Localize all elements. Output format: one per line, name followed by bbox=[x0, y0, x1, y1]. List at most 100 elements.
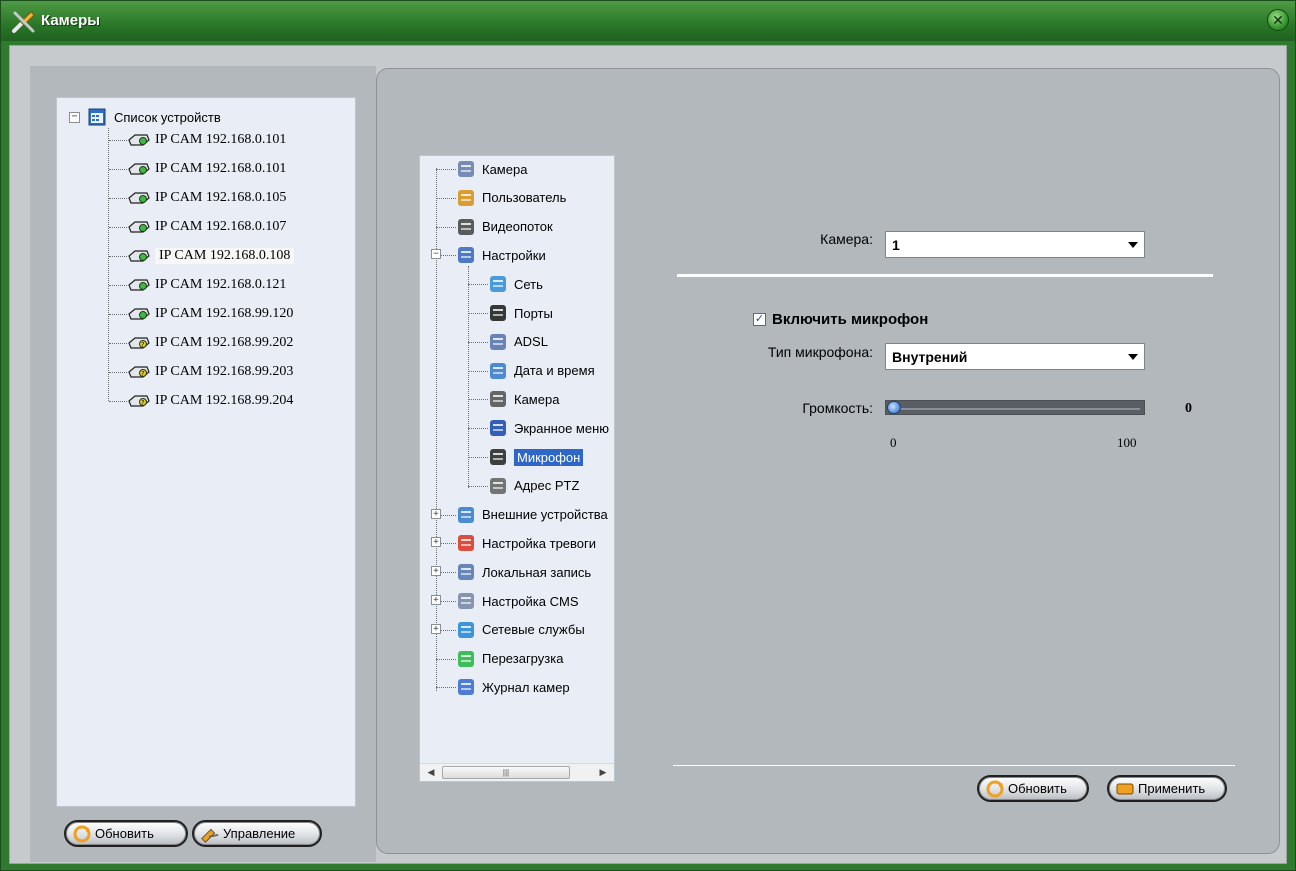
title-bar[interactable]: Камеры ✕ bbox=[1, 1, 1295, 41]
document-icon bbox=[458, 161, 474, 177]
refresh-devices-button[interactable]: Обновить bbox=[64, 820, 188, 847]
settings-item-label: Локальная запись bbox=[482, 564, 592, 580]
tree-line bbox=[436, 658, 456, 660]
tree-line bbox=[468, 428, 488, 430]
settings-item[interactable]: Внешние устройства bbox=[456, 503, 608, 527]
collapse-icon[interactable]: − bbox=[431, 249, 441, 260]
expand-icon[interactable]: + bbox=[431, 595, 441, 605]
settings-item[interactable]: Сетевые службы bbox=[456, 618, 585, 642]
tools-icon bbox=[458, 247, 474, 264]
settings-item-label: Дата и время bbox=[514, 363, 595, 379]
volume-slider-thumb[interactable] bbox=[887, 401, 901, 414]
svg-text:?: ? bbox=[141, 342, 144, 349]
device-item[interactable]: IP CAM 192.168.0.105 bbox=[127, 187, 286, 209]
device-item-label: IP CAM 192.168.99.203 bbox=[155, 364, 294, 379]
device-tree-root-label: Список устройств bbox=[114, 109, 221, 125]
svg-text:?: ? bbox=[141, 400, 144, 407]
settings-item[interactable]: Видеопоток bbox=[456, 215, 553, 239]
settings-item[interactable]: Порты bbox=[488, 301, 553, 325]
svg-text:?: ? bbox=[141, 371, 144, 378]
scroll-thumb[interactable]: ||| bbox=[442, 766, 570, 779]
osd-icon bbox=[490, 420, 506, 437]
refresh-icon bbox=[986, 780, 1004, 797]
camera-online-icon bbox=[128, 163, 150, 175]
settings-item[interactable]: Настройка тревоги bbox=[456, 531, 596, 555]
camera-unknown-icon: ? bbox=[128, 395, 150, 407]
slider-min-label: 0 bbox=[890, 435, 897, 450]
tree-line bbox=[109, 343, 127, 344]
settings-item[interactable]: Сеть bbox=[488, 272, 543, 296]
chevron-down-icon bbox=[1128, 354, 1138, 360]
settings-tree[interactable]: Камера Пользователь Видеопоток − Настройки Се… bbox=[419, 155, 615, 782]
tree-line bbox=[109, 314, 127, 315]
device-item-label: IP CAM 192.168.0.107 bbox=[155, 219, 287, 234]
enable-microphone-checkbox[interactable]: ✓ Включить микрофон bbox=[753, 311, 928, 328]
device-item[interactable]: ? IP CAM 192.168.99.202 bbox=[127, 332, 293, 354]
device-item[interactable]: IP CAM 192.168.0.101 bbox=[127, 158, 286, 180]
device-item[interactable]: ? IP CAM 192.168.99.203 bbox=[127, 361, 293, 383]
alarm-icon bbox=[458, 535, 474, 552]
settings-item[interactable]: Журнал камер bbox=[456, 675, 570, 699]
settings-item[interactable]: Настройка CMS bbox=[456, 589, 579, 613]
settings-item-label: Журнал камер bbox=[482, 679, 570, 695]
settings-item[interactable]: Камера bbox=[456, 157, 527, 181]
settings-item[interactable]: Локальная запись bbox=[456, 560, 591, 584]
device-item[interactable]: IP CAM 192.168.0.108 bbox=[127, 245, 295, 267]
tools-icon bbox=[12, 11, 35, 33]
settings-item[interactable]: Дата и время bbox=[488, 359, 595, 383]
device-item-label: IP CAM 192.168.0.101 bbox=[155, 132, 287, 147]
settings-item[interactable]: Настройки bbox=[456, 243, 546, 267]
refresh-settings-button[interactable]: Обновить bbox=[977, 775, 1089, 802]
settings-item[interactable]: Микрофон bbox=[488, 445, 584, 469]
camera-select-value: 1 bbox=[892, 237, 900, 253]
settings-item[interactable]: Экранное меню bbox=[488, 416, 609, 440]
horizontal-scrollbar[interactable]: ◀ ||| ▶ bbox=[420, 763, 614, 781]
apply-button[interactable]: Применить bbox=[1107, 775, 1227, 802]
device-tree-root[interactable]: − Список устройств bbox=[69, 106, 221, 128]
checkbox-icon[interactable]: ✓ bbox=[753, 313, 766, 326]
scroll-right-icon[interactable]: ▶ bbox=[594, 764, 612, 781]
settings-item[interactable]: ADSL bbox=[488, 330, 548, 354]
local-record-icon bbox=[458, 564, 474, 581]
apply-icon bbox=[1116, 783, 1134, 794]
volume-slider[interactable] bbox=[885, 400, 1145, 415]
camera-select[interactable]: 1 bbox=[885, 231, 1145, 258]
device-item[interactable]: IP CAM 192.168.0.107 bbox=[127, 216, 286, 238]
expand-icon[interactable]: + bbox=[431, 566, 441, 577]
device-item[interactable]: IP CAM 192.168.0.101 bbox=[127, 129, 286, 151]
tree-line bbox=[436, 226, 456, 228]
camera-online-icon bbox=[128, 134, 150, 146]
tree-line bbox=[109, 198, 127, 199]
camera-online-icon bbox=[128, 308, 150, 320]
scroll-left-icon[interactable]: ◀ bbox=[422, 764, 440, 781]
manage-button[interactable]: Управление bbox=[192, 820, 322, 847]
settings-item[interactable]: Адрес PTZ bbox=[488, 474, 579, 498]
settings-item[interactable]: Камера bbox=[488, 387, 559, 411]
tree-line bbox=[468, 370, 488, 372]
tree-line bbox=[436, 168, 437, 691]
slider-groove bbox=[896, 408, 1140, 410]
tree-line bbox=[468, 485, 488, 487]
device-tree[interactable]: − Список устройств IP CAM 192.168.0.101 I… bbox=[56, 97, 356, 807]
camera-online-icon bbox=[128, 250, 150, 262]
tree-line bbox=[436, 169, 456, 170]
settings-item[interactable]: Пользователь bbox=[456, 186, 566, 210]
tree-line bbox=[468, 266, 469, 488]
device-item[interactable]: IP CAM 192.168.99.120 bbox=[127, 303, 293, 325]
tree-line bbox=[109, 169, 127, 170]
expand-icon[interactable]: + bbox=[431, 537, 441, 548]
device-item[interactable]: ? IP CAM 192.168.99.204 bbox=[127, 390, 293, 412]
tree-line bbox=[468, 313, 488, 314]
collapse-icon[interactable]: − bbox=[69, 111, 80, 123]
expand-icon[interactable]: + bbox=[431, 623, 441, 634]
device-item-label: IP CAM 192.168.99.202 bbox=[155, 335, 294, 350]
expand-icon[interactable]: + bbox=[431, 508, 441, 519]
mic-type-select[interactable]: Внутрений bbox=[885, 343, 1145, 370]
tree-line bbox=[468, 399, 488, 401]
settings-item-label: Камера bbox=[482, 161, 528, 177]
settings-item-label: Порты bbox=[514, 305, 553, 321]
settings-item[interactable]: Перезагрузка bbox=[456, 647, 563, 671]
device-item[interactable]: IP CAM 192.168.0.121 bbox=[127, 274, 286, 296]
tree-line bbox=[468, 457, 488, 458]
close-icon[interactable]: ✕ bbox=[1267, 9, 1289, 31]
